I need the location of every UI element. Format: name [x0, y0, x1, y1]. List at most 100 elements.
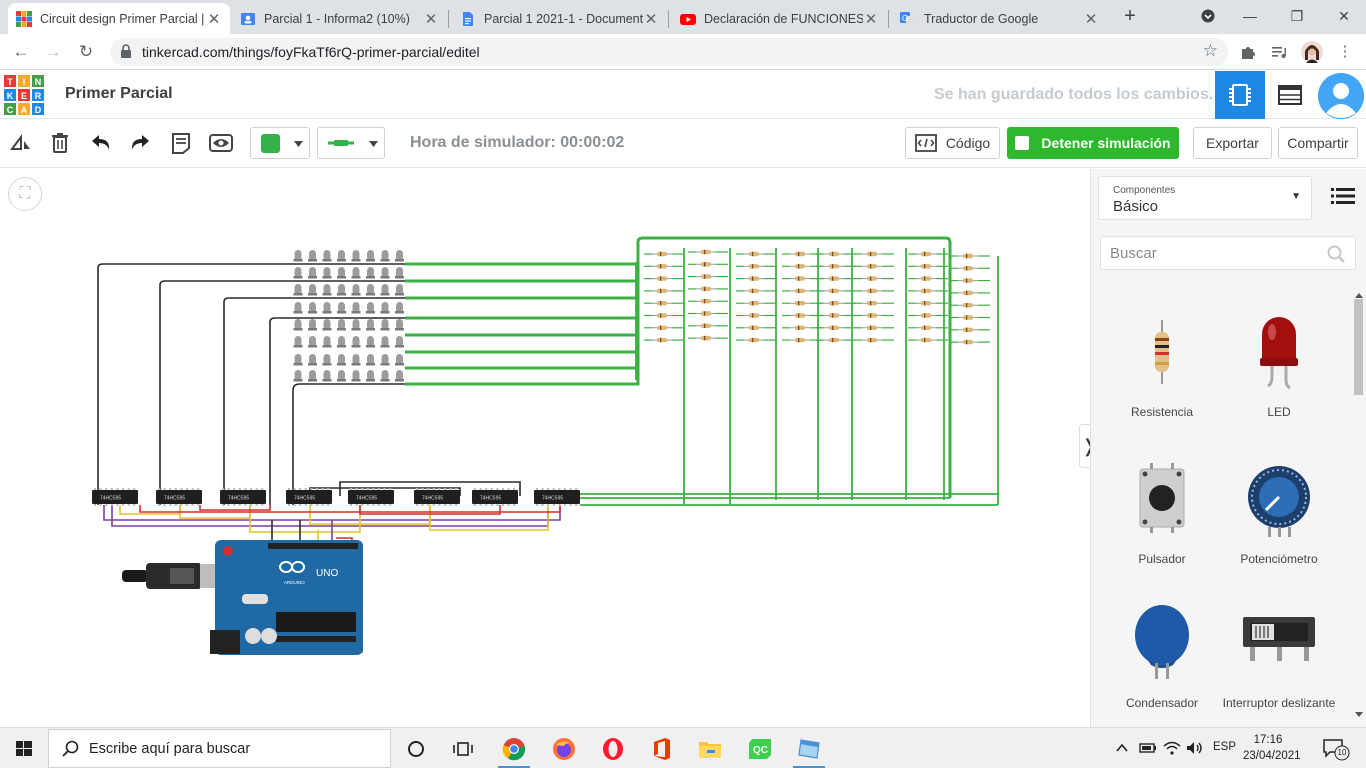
file-explorer-taskbar-icon[interactable] — [690, 732, 730, 766]
chip-pin — [238, 488, 241, 490]
chip-pin — [541, 504, 544, 506]
circuit-canvas[interactable]: 74HC595 74HC595 74HC595 74HC595 74HC595 74HC5… — [0, 169, 1099, 727]
delete-icon[interactable] — [47, 130, 73, 156]
notes-icon[interactable] — [168, 130, 194, 156]
volume-icon[interactable] — [1186, 740, 1204, 756]
chip-pin — [116, 488, 119, 490]
component-resistor[interactable]: Resistencia — [1103, 314, 1221, 419]
wire-color-dropdown[interactable] — [250, 127, 310, 159]
show-hidden-icons-chevron-icon[interactable] — [1115, 741, 1129, 755]
chip-pin — [250, 504, 252, 506]
app-window-taskbar-icon[interactable] — [789, 732, 829, 768]
resistor-band — [704, 262, 706, 267]
resistor-band — [924, 301, 926, 306]
reload-button[interactable]: ↻ — [73, 39, 99, 65]
resistor — [701, 262, 711, 267]
tab-parcial-informa2[interactable]: Parcial 1 - Informa2 (10%) ✕ — [232, 3, 447, 34]
qt-creator-taskbar-icon[interactable]: QC — [740, 732, 780, 766]
component-pushbutton[interactable]: Pulsador — [1103, 461, 1221, 566]
close-tab-icon[interactable]: ✕ — [643, 10, 659, 28]
close-tab-icon[interactable]: ✕ — [863, 10, 879, 28]
visibility-eye-icon[interactable] — [208, 130, 234, 156]
resistor-band — [832, 301, 834, 306]
tab-declaracion-funciones[interactable]: Declaración de FUNCIONES e ✕ — [672, 3, 887, 34]
search-icon[interactable] — [1327, 245, 1345, 263]
panel-scrollbar-thumb[interactable] — [1354, 299, 1363, 395]
undo-icon[interactable] — [88, 130, 114, 156]
back-button[interactable]: ← — [8, 39, 34, 65]
firefox-taskbar-icon[interactable] — [544, 732, 584, 766]
component-led[interactable]: LED — [1220, 314, 1338, 419]
battery-icon[interactable] — [1139, 740, 1157, 756]
project-name[interactable]: Primer Parcial — [65, 85, 173, 103]
scroll-up-arrow-icon[interactable] — [1353, 291, 1365, 299]
component-slide-switch[interactable]: Interruptor deslizante — [1220, 605, 1338, 710]
chip-pin — [222, 488, 224, 490]
stop-simulation-button[interactable]: Detener simulación — [1007, 127, 1179, 159]
tab-parcial-documento[interactable]: Parcial 1 2021-1 - Documento ✕ — [452, 3, 667, 34]
chip-pin — [421, 488, 424, 490]
component-capacitor[interactable]: Condensador — [1103, 605, 1221, 710]
list-menu-icon[interactable] — [1331, 186, 1355, 206]
component-search-input[interactable] — [1100, 236, 1356, 270]
components-dropdown[interactable]: Componentes Básico ▼ — [1098, 176, 1312, 220]
office-taskbar-icon[interactable] — [642, 732, 682, 766]
share-button[interactable]: Compartir — [1278, 127, 1358, 159]
redo-icon[interactable] — [127, 130, 153, 156]
wifi-icon[interactable] — [1163, 740, 1181, 756]
new-tab-button[interactable]: + — [1118, 4, 1142, 28]
chip-pin — [564, 504, 566, 506]
forward-button[interactable]: → — [40, 39, 66, 65]
user-avatar[interactable] — [1318, 73, 1364, 119]
close-tab-icon[interactable]: ✕ — [423, 10, 439, 28]
taskbar-search-box[interactable]: Escribe aquí para buscar — [48, 729, 391, 768]
tab-circuit-design[interactable]: Circuit design Primer Parcial | ✕ — [8, 3, 230, 34]
tinkercad-logo[interactable]: T I N K E R C A D — [3, 74, 45, 116]
bookmark-star-icon[interactable]: ☆ — [1203, 41, 1218, 61]
close-tab-icon[interactable]: ✕ — [206, 10, 222, 28]
resistor — [749, 313, 759, 318]
opera-taskbar-icon[interactable] — [593, 732, 633, 766]
media-queue-icon[interactable] — [1267, 40, 1291, 64]
notifications-button[interactable]: 10 — [1322, 737, 1350, 761]
omnibox[interactable]: tinkercad.com/things/foyFkaTf6rQ-primer-… — [110, 38, 1228, 66]
resistor — [795, 276, 805, 281]
minimize-window-button[interactable]: — — [1238, 4, 1262, 28]
component-list-view-button[interactable] — [1265, 71, 1315, 119]
chevron-down-icon — [294, 141, 303, 147]
rotate-icon[interactable] — [8, 130, 34, 156]
notification-count: 10 — [1337, 748, 1347, 757]
resistor — [867, 251, 877, 257]
tab-traductor[interactable]: G Traductor de Google ✕ — [892, 3, 1107, 34]
cortana-icon[interactable] — [396, 732, 436, 766]
restore-window-button[interactable]: ❐ — [1285, 4, 1309, 28]
close-window-button[interactable]: ✕ — [1332, 4, 1356, 28]
start-button[interactable] — [0, 728, 48, 768]
input-language[interactable]: ESP — [1213, 741, 1236, 753]
wire-type-dropdown[interactable] — [317, 127, 385, 159]
resistor-band — [966, 253, 968, 259]
led-icon — [1260, 317, 1298, 390]
export-button[interactable]: Exportar — [1193, 127, 1272, 159]
browser-menu-icon[interactable]: ⋮ — [1333, 40, 1357, 64]
profile-avatar-icon[interactable] — [1300, 40, 1324, 64]
fit-view-icon[interactable]: ⛶ — [8, 177, 42, 211]
chip-pin — [238, 504, 241, 506]
tab-search-icon[interactable] — [1196, 4, 1220, 28]
led-rim — [380, 345, 390, 348]
chip-pin — [110, 504, 113, 506]
component-potentiometer[interactable]: Potenciómetro — [1220, 461, 1338, 566]
resistor-band — [924, 288, 926, 294]
resistor-band — [704, 323, 706, 328]
chip-pin — [180, 504, 183, 506]
code-button[interactable]: Código — [905, 127, 1000, 159]
task-view-icon[interactable] — [443, 732, 483, 766]
chrome-taskbar-icon[interactable] — [494, 732, 534, 768]
taskbar-clock[interactable]: 17:16 23/04/2021 — [1243, 732, 1301, 764]
led-rim — [293, 276, 303, 279]
close-tab-icon[interactable]: ✕ — [1083, 10, 1099, 28]
scroll-down-arrow-icon[interactable] — [1353, 711, 1365, 719]
circuit-view-button[interactable] — [1215, 71, 1265, 119]
chip-pin — [191, 488, 194, 490]
extensions-puzzle-icon[interactable] — [1236, 40, 1260, 64]
